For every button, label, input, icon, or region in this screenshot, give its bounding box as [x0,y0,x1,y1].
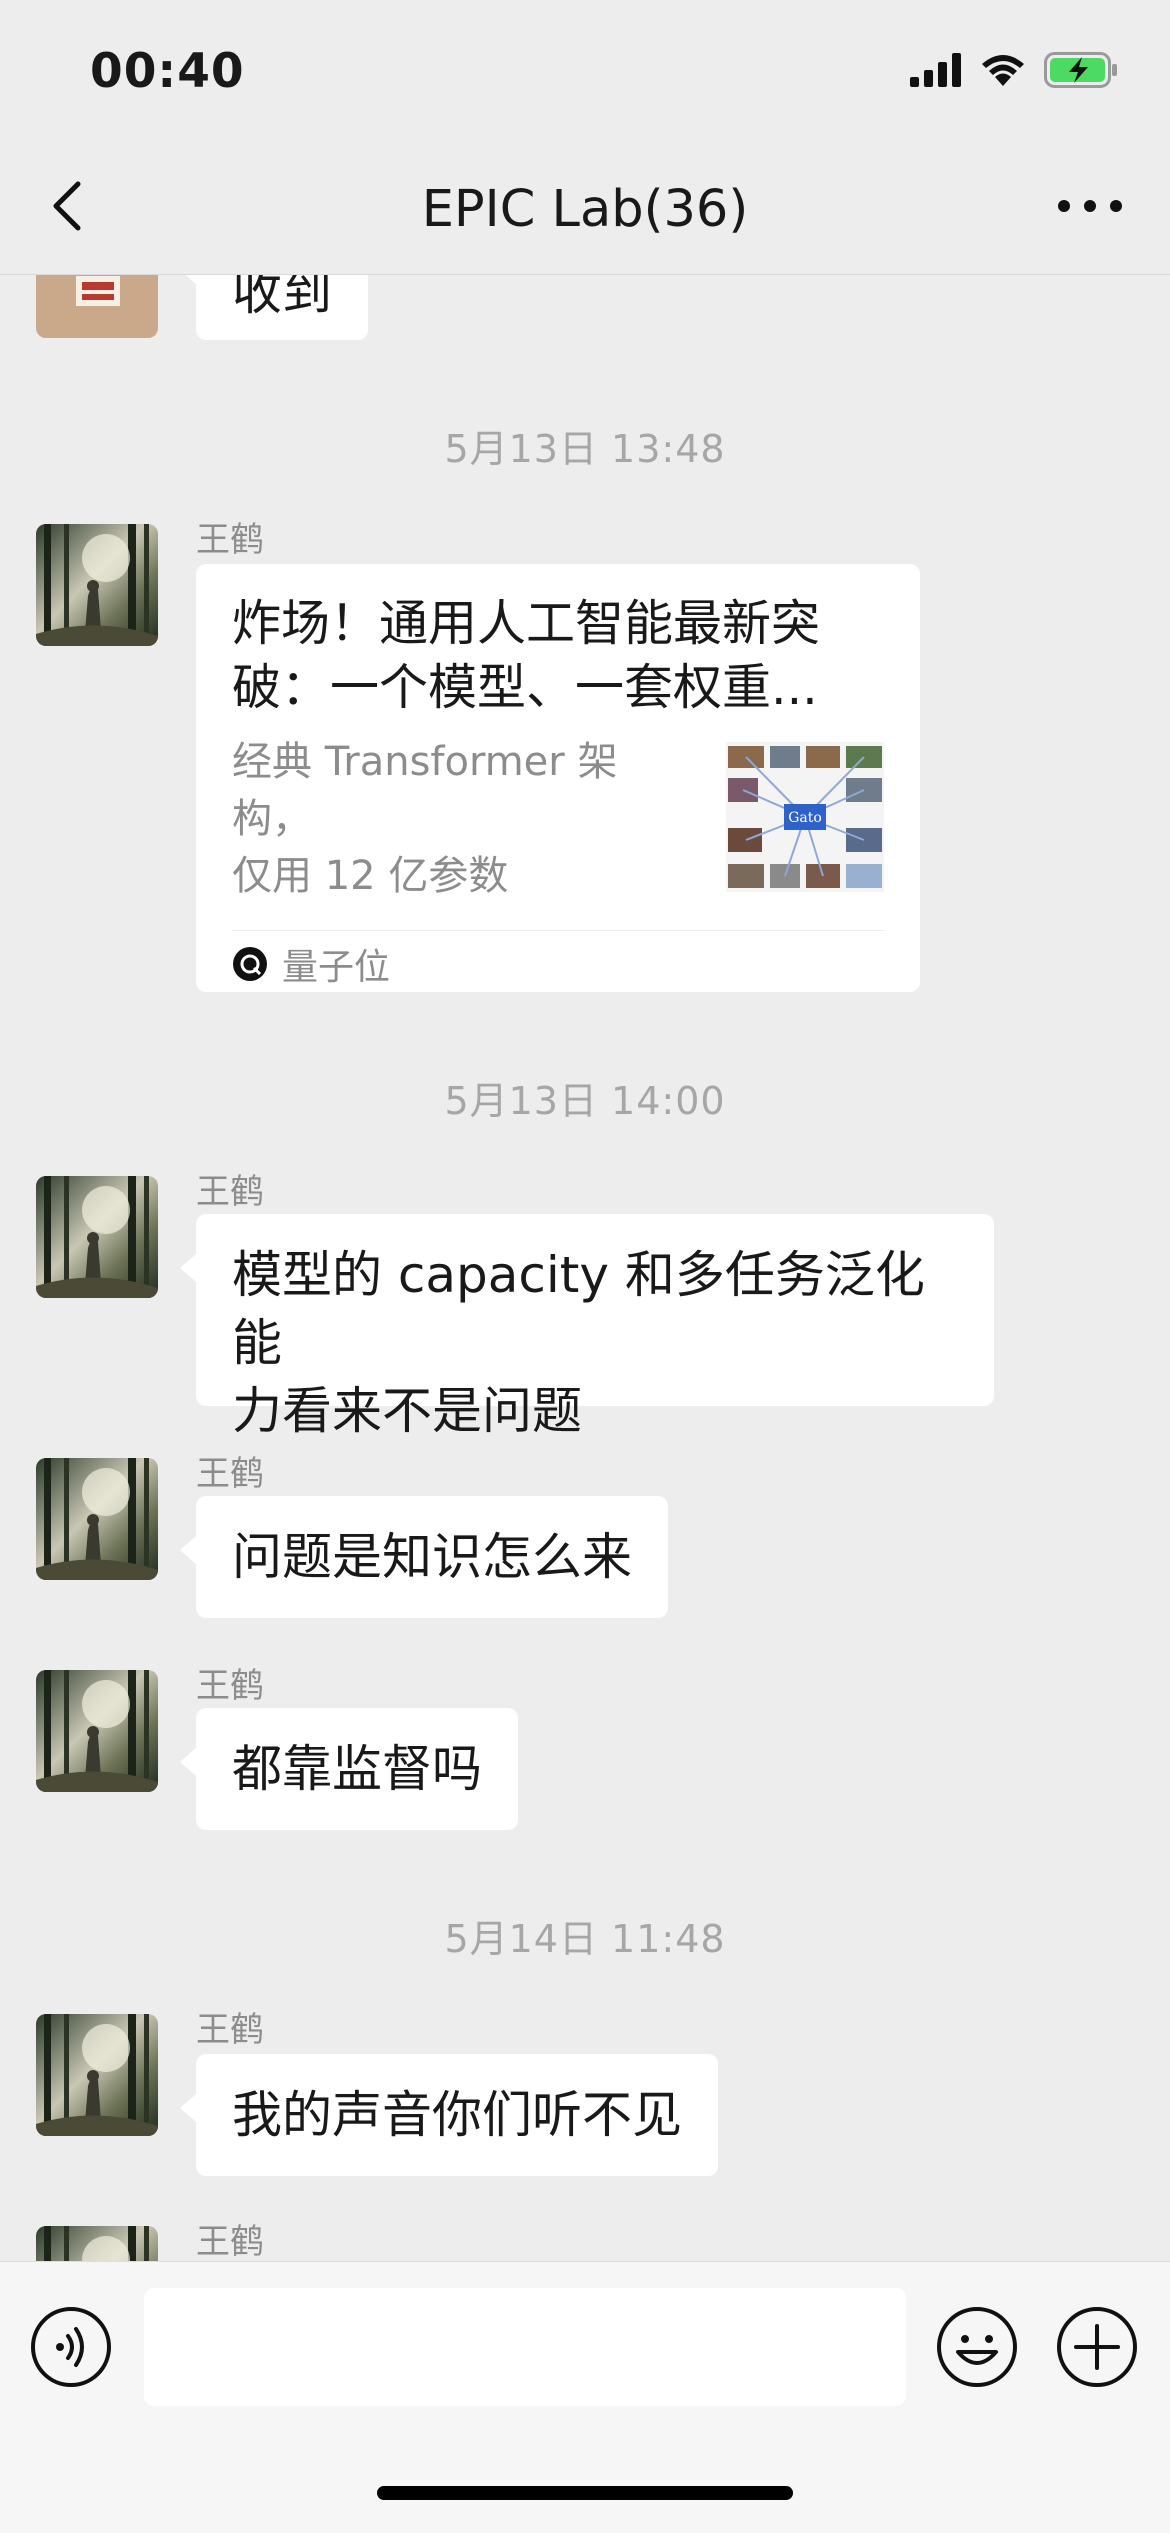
avatar[interactable] [36,2014,158,2136]
chat-title: EPIC Lab(36) [421,180,749,239]
avatar-image [36,1176,158,1298]
article-source: 量子位 [232,938,390,990]
article-title-line: 破：一个模型、一套权重... [232,659,818,716]
message-text: 我的声音你们听不见 [232,2086,682,2144]
message-bubble[interactable]: 模型的 capacity 和多任务泛化能 力看来不是问题 [180,1214,994,1440]
message-bubble[interactable]: 都靠监督吗 [180,1708,518,1830]
sender-name: 王鹤 [196,1172,264,1212]
more-options-icon[interactable] [1050,176,1130,236]
sender-name: 王鹤 [196,1454,264,1494]
article-title-line: 炸场！通用人工智能最新突 [232,595,821,652]
article-title: 炸场！通用人工智能最新突 破：一个模型、一套权重... [232,592,884,720]
timestamp: 5月14日 11:48 [444,1917,726,1961]
cellular-signal-icon [910,53,961,87]
message-text: 问题是知识怎么来 [232,1528,632,1586]
sender-name: 王鹤 [196,2222,264,2261]
chat-header: EPIC Lab(36) [0,140,1170,275]
status-time: 00:40 [90,44,245,99]
card-divider [232,930,884,931]
plus-icon[interactable] [1056,2306,1138,2388]
avatar[interactable] [36,2226,158,2261]
source-name: 量子位 [282,947,391,988]
timestamp: 5月13日 14:00 [444,1079,726,1123]
message-text-line: 力看来不是问题 [232,1382,582,1440]
avatar-image [36,524,158,646]
message-bubble[interactable]: 问题是知识怎么来 [180,1496,668,1618]
article-description-line: 仅用 12 亿参数 [232,853,509,899]
article-link-card[interactable]: 炸场！通用人工智能最新突 破：一个模型、一套权重... 经典 Transform… [196,564,920,992]
timestamp: 5月13日 13:48 [444,427,726,471]
message-text: 都靠监督吗 [232,1740,482,1798]
thumbnail-label: Gato [788,810,822,826]
wifi-icon [982,55,1024,86]
avatar[interactable] [36,1458,158,1580]
sender-name: 王鹤 [196,2010,264,2050]
emoji-icon[interactable] [936,2306,1018,2388]
avatar[interactable] [36,524,158,646]
message-text-line: 模型的 capacity 和多任务泛化能 [232,1246,925,1372]
article-thumbnail: Gato [726,742,884,892]
avatar-image [36,1458,158,1580]
message-text: 收到 [232,275,332,321]
source-logo-icon [233,947,267,981]
message-bubble[interactable]: 我的声音你们听不见 [180,2054,718,2176]
message-input[interactable] [144,2288,906,2406]
avatar-image [36,1670,158,1792]
article-description: 经典 Transformer 架构， 仅用 12 亿参数 [232,734,692,905]
sender-name: 王鹤 [196,1666,264,1706]
avatar-image [36,2226,158,2261]
avatar[interactable] [36,275,158,338]
avatar[interactable] [36,1176,158,1298]
message-bubble[interactable]: 收到 [180,275,368,340]
avatar[interactable] [36,1670,158,1792]
avatar-image [36,2014,158,2136]
status-bar: 00:40 [0,0,1170,140]
message-list[interactable]: 收到 5月13日 13:48 王鹤 炸场！通用人工智能最新突 破：一个模型、一套… [0,275,1170,2261]
sender-name: 王鹤 [196,520,264,560]
home-indicator[interactable] [377,2486,793,2500]
status-icons [910,52,1118,88]
avatar-image [36,275,158,338]
battery-charging-icon [1044,52,1117,88]
voice-input-icon[interactable] [30,2306,112,2388]
article-description-line: 经典 Transformer 架构， [232,739,618,842]
